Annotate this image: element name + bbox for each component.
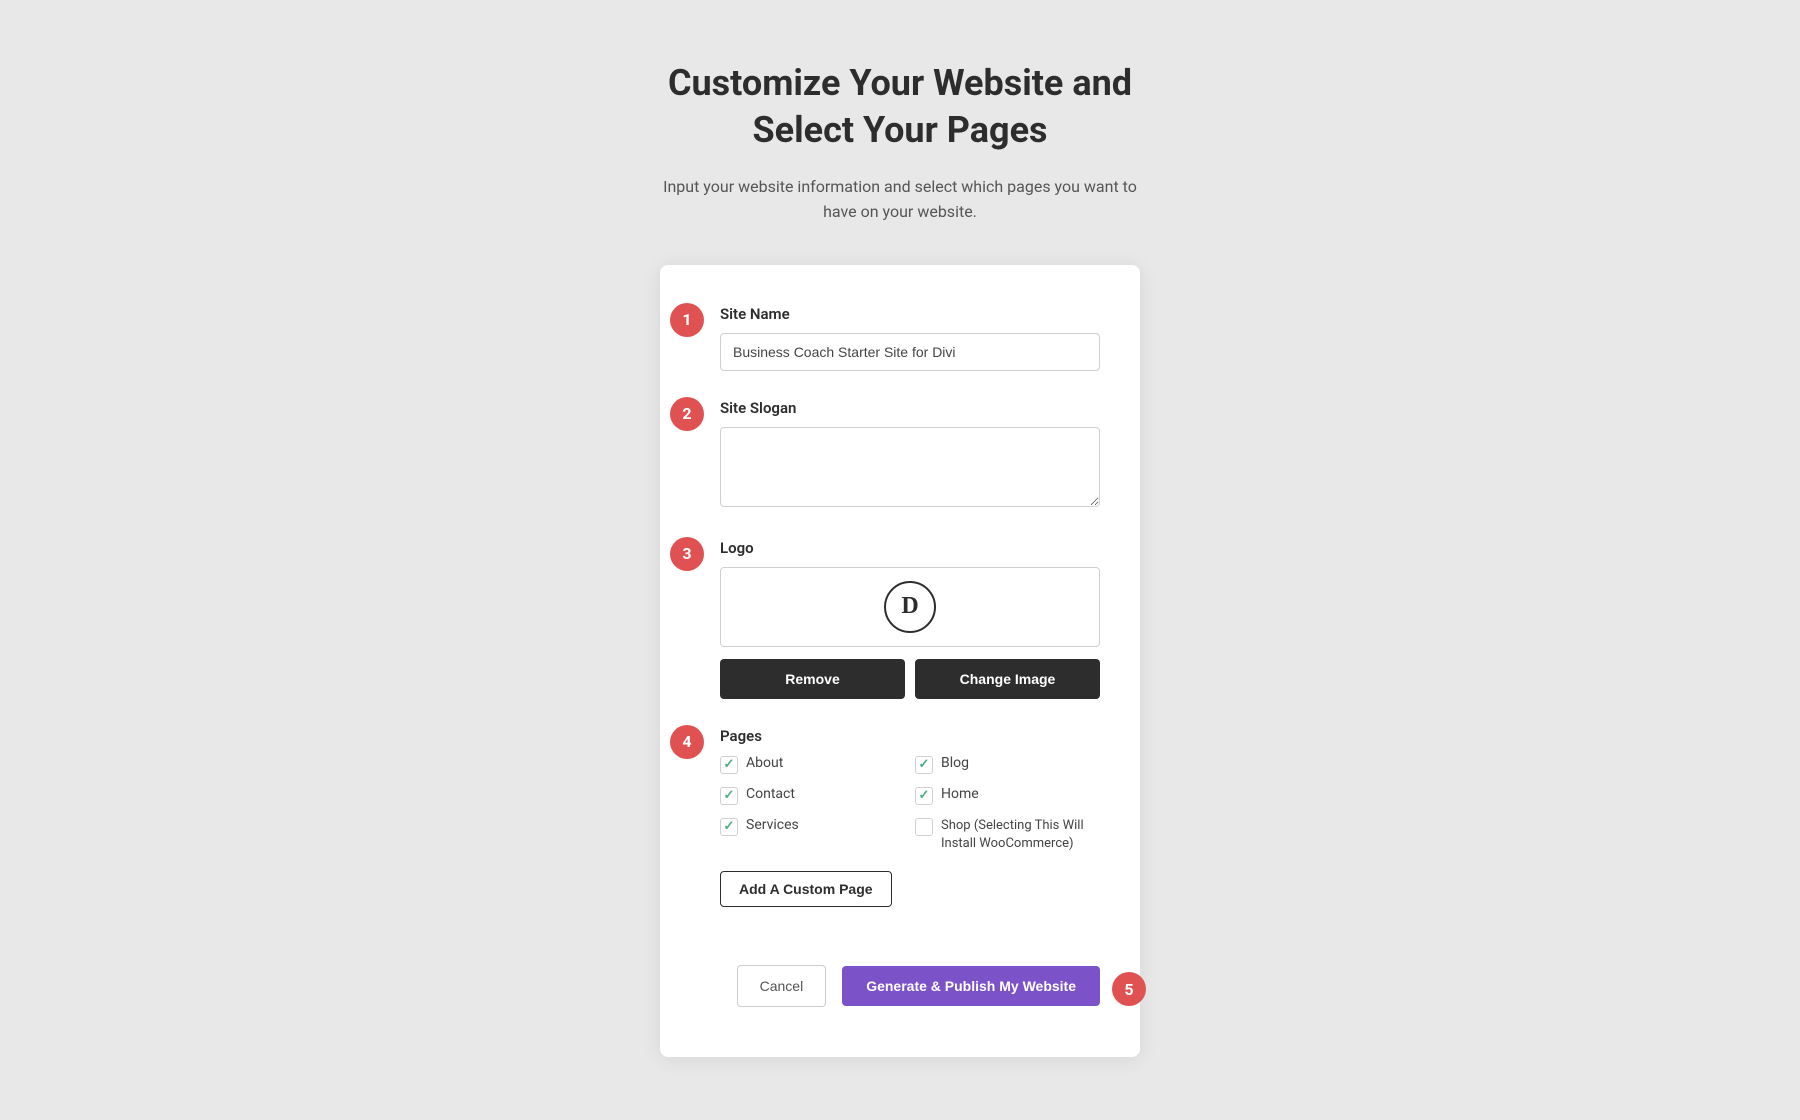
page-subtitle: Input your website information and selec… [660,174,1140,225]
page-item-about: About [720,755,905,774]
remove-button[interactable]: Remove [720,659,905,699]
step-badge-1: 1 [670,303,704,337]
checkbox-blog[interactable] [915,756,933,774]
checkbox-about[interactable] [720,756,738,774]
bottom-actions: Cancel Generate & Publish My Website 5 [720,965,1100,1007]
change-image-button[interactable]: Change Image [915,659,1100,699]
logo-preview: D [720,567,1100,647]
publish-button[interactable]: Generate & Publish My Website [842,966,1100,1006]
cancel-button[interactable]: Cancel [737,965,827,1007]
page-item-contact: Contact [720,786,905,805]
page-item-blog: Blog [915,755,1100,774]
page-wrapper: Customize Your Website and Select Your P… [20,60,1780,1057]
site-slogan-section: 2 Site Slogan [720,399,1100,511]
page-name-services: Services [746,817,799,833]
pages-label: Pages [720,727,1100,745]
site-slogan-label: Site Slogan [720,399,1100,417]
step-badge-2: 2 [670,397,704,431]
page-item-services: Services [720,817,905,853]
form-card: 1 Site Name 2 Site Slogan 3 Logo D Remov… [660,265,1140,1057]
site-name-input[interactable] [720,333,1100,371]
publish-wrapper: Generate & Publish My Website 5 [842,966,1100,1006]
logo-buttons: Remove Change Image [720,659,1100,699]
site-name-section: 1 Site Name [720,305,1100,371]
add-custom-page-button[interactable]: Add A Custom Page [720,871,892,907]
checkbox-services[interactable] [720,818,738,836]
page-name-about: About [746,755,783,771]
site-slogan-input[interactable] [720,427,1100,507]
page-item-shop: Shop (Selecting This Will Install WooCom… [915,817,1100,853]
logo-label: Logo [720,539,1100,557]
page-item-home: Home [915,786,1100,805]
step-badge-3: 3 [670,537,704,571]
pages-grid: About Blog Contact Home [720,755,1100,853]
logo-section: 3 Logo D Remove Change Image [720,539,1100,699]
checkbox-contact[interactable] [720,787,738,805]
checkbox-home[interactable] [915,787,933,805]
step-badge-5: 5 [1112,972,1146,1006]
logo-icon: D [884,581,936,633]
site-name-label: Site Name [720,305,1100,323]
page-name-home: Home [941,786,979,802]
page-name-contact: Contact [746,786,795,802]
page-title: Customize Your Website and Select Your P… [668,60,1132,154]
step-badge-4: 4 [670,725,704,759]
page-name-blog: Blog [941,755,969,771]
page-name-shop: Shop (Selecting This Will Install WooCom… [941,817,1100,853]
checkbox-shop[interactable] [915,818,933,836]
pages-section: 4 Pages About Blog Contact [720,727,1100,937]
